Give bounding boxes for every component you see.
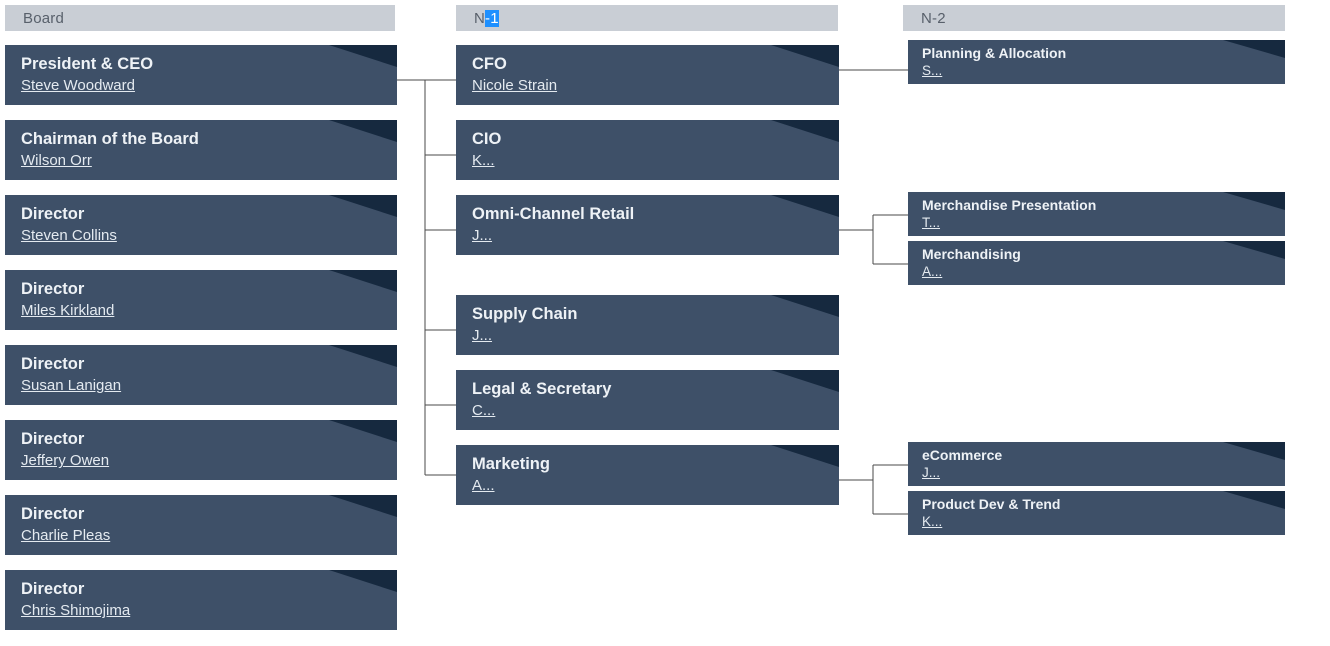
- node-person[interactable]: C...: [472, 402, 495, 420]
- column-header-n1-selected-text[interactable]: -1: [485, 9, 499, 27]
- node-person[interactable]: Jeffery Owen: [21, 452, 109, 470]
- node-person[interactable]: Steven Collins: [21, 227, 117, 245]
- node-title: Marketing: [472, 454, 550, 473]
- node-title: Chairman of the Board: [21, 129, 199, 148]
- node-person[interactable]: Susan Lanigan: [21, 377, 121, 395]
- node-title: eCommerce: [922, 446, 1003, 463]
- node-title: Director: [21, 354, 85, 373]
- column-header-board[interactable]: Board: [5, 5, 395, 31]
- node-title: Product Dev & Trend: [922, 495, 1061, 512]
- node-card-cio[interactable]: CIO K...: [456, 120, 839, 180]
- column-header-board-label: Board: [23, 9, 65, 27]
- org-chart: Board N -1 N-2 President & CEO Steve Wood…: [0, 0, 1330, 646]
- node-title: Director: [21, 279, 85, 298]
- node-card-director-miles-kirkland[interactable]: Director Miles Kirkland: [5, 270, 397, 330]
- node-person[interactable]: Nicole Strain: [472, 77, 557, 95]
- node-person[interactable]: Chris Shimojima: [21, 602, 130, 620]
- node-person[interactable]: Wilson Orr: [21, 152, 92, 170]
- node-card-director-charlie-pleas[interactable]: Director Charlie Pleas: [5, 495, 397, 555]
- column-header-n1-prefix: N: [474, 9, 486, 27]
- node-person[interactable]: S...: [922, 63, 942, 79]
- node-card-legal-secretary[interactable]: Legal & Secretary C...: [456, 370, 839, 430]
- node-card-director-chris-shimojima[interactable]: Director Chris Shimojima: [5, 570, 397, 630]
- node-title: Omni-Channel Retail: [472, 204, 635, 223]
- node-person[interactable]: Miles Kirkland: [21, 302, 114, 320]
- node-card-planning-allocation[interactable]: Planning & Allocation S...: [908, 40, 1285, 84]
- column-header-n2[interactable]: N-2: [903, 5, 1285, 31]
- node-title: Director: [21, 579, 85, 598]
- node-title: President & CEO: [21, 54, 154, 73]
- node-card-ecommerce[interactable]: eCommerce J...: [908, 442, 1285, 486]
- node-card-merchandise-presentation[interactable]: Merchandise Presentation T...: [908, 192, 1285, 236]
- node-card-president-ceo[interactable]: President & CEO Steve Woodward: [5, 45, 397, 105]
- node-person[interactable]: J...: [922, 465, 940, 481]
- node-card-product-dev-trend[interactable]: Product Dev & Trend K...: [908, 491, 1285, 535]
- node-title: CIO: [472, 129, 502, 148]
- node-title: Director: [21, 429, 85, 448]
- node-title: Legal & Secretary: [472, 379, 612, 398]
- node-person[interactable]: Charlie Pleas: [21, 527, 110, 545]
- node-person[interactable]: A...: [472, 477, 495, 495]
- node-person[interactable]: A...: [922, 264, 942, 280]
- node-card-director-steven-collins[interactable]: Director Steven Collins: [5, 195, 397, 255]
- node-title: Planning & Allocation: [922, 44, 1067, 61]
- node-card-cfo[interactable]: CFO Nicole Strain: [456, 45, 839, 105]
- node-person[interactable]: Steve Woodward: [21, 77, 135, 95]
- node-title: Merchandising: [922, 245, 1021, 262]
- node-title: Merchandise Presentation: [922, 196, 1097, 213]
- node-card-director-jeffery-owen[interactable]: Director Jeffery Owen: [5, 420, 397, 480]
- node-person[interactable]: J...: [472, 327, 492, 345]
- node-title: Director: [21, 504, 85, 523]
- node-card-merchandising[interactable]: Merchandising A...: [908, 241, 1285, 285]
- node-card-omni-channel-retail[interactable]: Omni-Channel Retail J...: [456, 195, 839, 255]
- node-card-supply-chain[interactable]: Supply Chain J...: [456, 295, 839, 355]
- node-title: Director: [21, 204, 85, 223]
- node-card-director-susan-lanigan[interactable]: Director Susan Lanigan: [5, 345, 397, 405]
- node-card-marketing[interactable]: Marketing A...: [456, 445, 839, 505]
- node-person[interactable]: J...: [472, 227, 492, 245]
- node-card-chairman-of-the-board[interactable]: Chairman of the Board Wilson Orr: [5, 120, 397, 180]
- column-header-n1[interactable]: N -1: [456, 5, 838, 31]
- node-title: CFO: [472, 54, 507, 73]
- node-title: Supply Chain: [472, 304, 578, 323]
- column-header-n2-label: N-2: [921, 9, 946, 27]
- node-person[interactable]: T...: [922, 215, 940, 231]
- node-person[interactable]: K...: [922, 514, 942, 530]
- node-person[interactable]: K...: [472, 152, 495, 170]
